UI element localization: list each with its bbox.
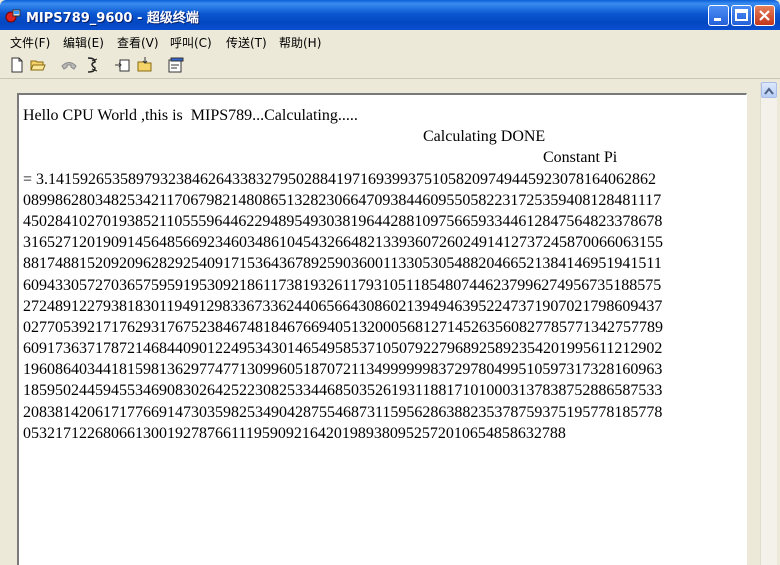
menu-bar: 文件(F) 编辑(E) 查看(V) 呼叫(C) 传送(T) 帮助(H) <box>0 30 780 52</box>
terminal-line: 0532171226806613001927876611195909216420… <box>23 424 566 442</box>
maximize-button[interactable] <box>731 5 752 26</box>
menu-transfer[interactable]: 传送(T) <box>226 34 267 51</box>
maximize-icon <box>735 9 748 21</box>
terminal-line: 2083814206171776691473035982534904287554… <box>23 403 663 421</box>
properties-icon[interactable] <box>167 56 185 74</box>
terminal-line: 6094330572703657595919530921861173819326… <box>23 276 662 294</box>
close-icon <box>759 10 770 21</box>
terminal-line: 6091736371787214684409012249534301465495… <box>23 340 663 358</box>
terminal-line: 0277053921717629317675238467481846766940… <box>23 318 663 336</box>
window-title: MIPS789_9600 - 超级终端 <box>26 11 199 26</box>
terminal-output: Hello CPU World ,this is MIPS789...Calcu… <box>23 105 745 444</box>
terminal-line: Hello CPU World ,this is MIPS789...Calcu… <box>23 107 358 124</box>
hyperterminal-icon <box>5 9 21 23</box>
menu-view[interactable]: 查看(V) <box>117 34 159 51</box>
terminal-line: 4502841027019385211055596446229489549303… <box>23 212 663 230</box>
menu-help[interactable]: 帮助(H) <box>279 34 321 51</box>
title-bar[interactable]: MIPS789_9600 - 超级终端 <box>0 0 780 30</box>
send-icon[interactable] <box>114 56 132 74</box>
close-button[interactable] <box>754 5 775 26</box>
client-area: Hello CPU World ,this is MIPS789...Calcu… <box>4 82 777 565</box>
receive-icon[interactable] <box>136 56 154 74</box>
terminal-line: 0899862803482534211706798214808651328230… <box>23 191 662 209</box>
terminal-line: = 3.141592653589793238462643383279502884… <box>23 170 657 188</box>
terminal-line: Calculating DONE <box>23 128 546 146</box>
disconnect-phone-icon[interactable] <box>60 56 78 74</box>
menu-edit[interactable]: 编辑(E) <box>63 34 104 51</box>
scroll-up-button[interactable] <box>761 82 777 98</box>
minimize-icon <box>714 18 721 21</box>
terminal-screen[interactable]: Hello CPU World ,this is MIPS789...Calcu… <box>17 93 747 565</box>
terminal-line: 8817488152092096282925409171536436789259… <box>23 255 662 273</box>
terminal-line: 1960864034418159813629774771309960518707… <box>23 361 663 379</box>
toolbar <box>0 52 780 79</box>
arrow-up-icon <box>764 87 774 95</box>
terminal-line: 2724891227938183011949129833673362440656… <box>23 297 663 315</box>
terminal-line: 3165271201909145648566923460348610454326… <box>23 234 663 252</box>
menu-call[interactable]: 呼叫(C) <box>170 34 212 51</box>
open-icon[interactable] <box>29 56 47 74</box>
minimize-button[interactable] <box>708 5 729 26</box>
new-icon[interactable] <box>8 56 26 74</box>
vertical-scrollbar[interactable] <box>760 82 777 565</box>
terminal-line: Constant Pi <box>23 149 618 167</box>
menu-file[interactable]: 文件(F) <box>10 34 50 51</box>
dial-icon[interactable] <box>83 56 101 74</box>
terminal-line: 1859502445945534690830264252230825334468… <box>23 382 663 400</box>
